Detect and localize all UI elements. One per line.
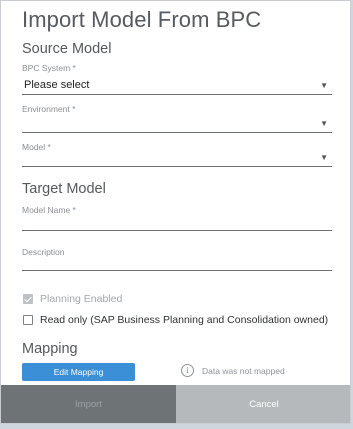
import-button[interactable]: Import bbox=[1, 385, 176, 423]
chevron-down-icon: ▼ bbox=[320, 153, 328, 162]
mapping-status-text: Data was not mapped bbox=[202, 366, 285, 376]
edit-mapping-button[interactable]: Edit Mapping bbox=[22, 363, 135, 381]
import-model-dialog: Import Model From BPC Source Model BPC S… bbox=[0, 0, 351, 424]
environment-select[interactable]: ▼ bbox=[22, 116, 332, 133]
description-input[interactable] bbox=[22, 254, 332, 271]
model-name-input[interactable] bbox=[22, 214, 332, 231]
planning-enabled-label: Planning Enabled bbox=[40, 293, 123, 305]
dialog-title: Import Model From BPC bbox=[22, 7, 262, 32]
bpc-system-value: Please select bbox=[24, 79, 90, 91]
bpc-system-label: BPC System * bbox=[22, 63, 76, 73]
mapping-heading: Mapping bbox=[22, 341, 78, 357]
target-model-heading: Target Model bbox=[22, 181, 106, 197]
info-icon: i bbox=[181, 364, 194, 377]
model-select[interactable]: ▼ bbox=[22, 150, 332, 167]
read-only-label: Read only (SAP Business Planning and Con… bbox=[40, 314, 329, 326]
chevron-down-icon: ▼ bbox=[320, 81, 328, 90]
planning-enabled-checkbox bbox=[23, 294, 33, 304]
dialog-footer: Import Cancel bbox=[1, 385, 350, 423]
bpc-system-select[interactable]: Please select ▼ bbox=[22, 78, 332, 95]
environment-label: Environment * bbox=[22, 104, 76, 114]
chevron-down-icon: ▼ bbox=[320, 119, 328, 128]
source-model-heading: Source Model bbox=[22, 41, 112, 57]
cancel-button[interactable]: Cancel bbox=[176, 385, 350, 423]
read-only-checkbox[interactable] bbox=[23, 315, 33, 325]
